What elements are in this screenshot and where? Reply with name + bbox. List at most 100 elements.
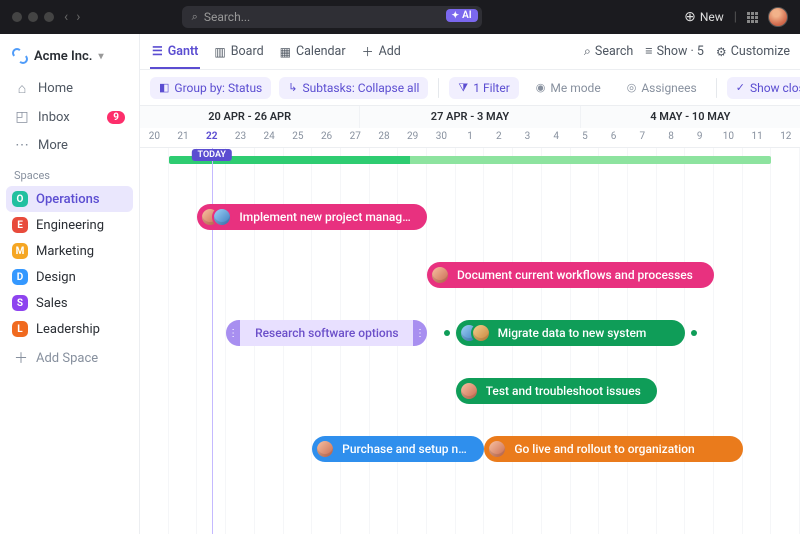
space-label: Marketing [36,244,94,259]
subtask-icon: ↳ [288,81,297,94]
main-panel: ☰Gantt ▥Board ▦Calendar ＋Add ⌕Search ≡Sh… [140,34,800,534]
user-avatar[interactable] [768,7,788,27]
day-column: 5 [571,128,600,147]
space-label: Engineering [36,218,104,233]
board-icon: ▥ [214,45,225,59]
add-space-button[interactable]: ＋ Add Space [6,342,133,374]
date-range: 20 APR - 26 APR [140,106,360,128]
nav-inbox[interactable]: ◰ Inbox 9 [6,103,133,131]
tab-calendar[interactable]: ▦Calendar [278,36,348,67]
sidebar-space-design[interactable]: DDesign [6,264,133,290]
day-column: 21 [169,128,198,147]
day-column: 10 [714,128,743,147]
space-label: Leadership [36,322,100,337]
today-marker: TODAY [192,149,232,161]
chip-group-by[interactable]: ◧Group by: Status [150,77,271,99]
day-column: 6 [599,128,628,147]
day-column: 11 [743,128,772,147]
chip-subtasks[interactable]: ↳Subtasks: Collapse all [279,77,428,99]
day-column: 26 [312,128,341,147]
ai-button[interactable]: AI [446,9,478,22]
more-icon: ⋯ [14,137,30,153]
space-badge-icon: S [12,295,28,311]
space-badge-icon: O [12,191,28,207]
sidebar-space-operations[interactable]: O Operations [6,186,133,212]
task-label: Test and troubleshoot issues [486,384,641,398]
sidebar-space-sales[interactable]: S Sales [6,290,133,316]
day-column: 30 [427,128,456,147]
check-icon: ✓ [736,81,745,94]
day-column: 28 [370,128,399,147]
day-column: 22TODAY [197,128,226,147]
new-button[interactable]: New [684,9,724,25]
chevron-down-icon: ▾ [98,51,103,62]
task-label: Go live and rollout to organization [514,442,694,456]
view-customize[interactable]: ⚙Customize [716,44,790,59]
task-bar[interactable]: Document current workflows and processes [427,262,714,288]
sidebar-space-engineering[interactable]: E Engineering [6,212,133,238]
day-column: 29 [398,128,427,147]
space-label: Operations [36,192,100,207]
space-badge-icon: D [12,269,28,285]
chip-filter[interactable]: ⧩1 Filter [449,77,518,99]
day-column: 8 [657,128,686,147]
group-icon: ◧ [159,81,169,94]
user-icon: ◉ [536,81,546,94]
calendar-icon: ▦ [280,45,291,59]
filter-bar: ◧Group by: Status ↳Subtasks: Collapse al… [140,70,800,106]
task-label: Migrate data to new system [498,326,647,340]
apps-icon[interactable] [747,12,758,23]
task-label: Implement new project management system [239,210,415,224]
task-bar[interactable]: Migrate data to new system [456,320,686,346]
window-controls[interactable] [12,12,54,22]
day-column: 25 [284,128,313,147]
task-bar[interactable]: Purchase and setup new software [312,436,484,462]
task-bar[interactable]: Test and troubleshoot issues [456,378,657,404]
tab-board[interactable]: ▥Board [212,36,265,67]
plus-icon: ＋ [14,348,28,368]
workspace-name: Acme Inc. [34,49,92,64]
sliders-icon: ≡ [645,44,652,59]
inbox-badge: 9 [107,111,125,124]
tab-add-view[interactable]: ＋Add [360,35,403,68]
gantt-chart[interactable]: Implement new project management system D… [140,148,800,534]
view-search[interactable]: ⌕Search [584,44,633,59]
nav-more[interactable]: ⋯ More [6,131,133,159]
task-bar[interactable]: ⋮Research software options⋮ [226,320,427,346]
date-range-header: 20 APR - 26 APR27 APR - 3 MAY4 MAY - 10 … [140,106,800,128]
task-label: Document current workflows and processes [457,268,693,282]
sidebar-space-leadership[interactable]: L Leadership [6,316,133,342]
workspace-logo-icon [12,48,28,64]
day-column: 1 [456,128,485,147]
tab-gantt[interactable]: ☰Gantt [150,36,200,69]
task-bar[interactable]: Go live and rollout to organization [484,436,742,462]
sidebar-space-marketing[interactable]: M Marketing [6,238,133,264]
home-icon: ⌂ [14,80,30,97]
history-nav[interactable]: ‹› [64,9,80,25]
space-label: Sales [36,296,68,311]
day-column: 3 [513,128,542,147]
forward-icon[interactable]: › [76,9,80,25]
summary-bar [169,156,772,164]
search-icon: ⌕ [192,10,198,24]
day-column: 2 [484,128,513,147]
chip-assignees[interactable]: ◎Assignees [618,77,706,99]
workspace-switcher[interactable]: Acme Inc. ▾ [6,44,133,74]
day-column: 7 [628,128,657,147]
day-header: 202122TODAY23242526272829301234567891011… [140,128,800,148]
back-icon[interactable]: ‹ [64,9,68,25]
inbox-icon: ◰ [14,109,30,125]
space-badge-icon: E [12,217,28,233]
search-icon: ⌕ [584,44,591,59]
space-badge-icon: L [12,321,28,337]
nav-home[interactable]: ⌂ Home [6,74,133,103]
task-bar[interactable]: Implement new project management system [197,204,427,230]
chip-me-mode[interactable]: ◉Me mode [527,77,610,99]
global-search[interactable]: ⌕ Search... AI [182,6,482,28]
gear-icon: ⚙ [716,45,727,59]
space-badge-icon: M [12,243,28,259]
chip-show-closed[interactable]: ✓Show closed [727,77,800,99]
day-column: 12 [771,128,800,147]
view-show[interactable]: ≡Show · 5 [645,44,704,59]
view-bar: ☰Gantt ▥Board ▦Calendar ＋Add ⌕Search ≡Sh… [140,34,800,70]
